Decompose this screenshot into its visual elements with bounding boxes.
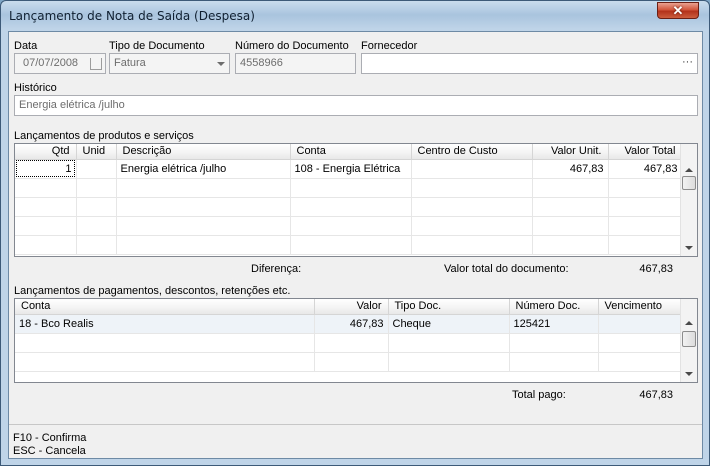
col-unid[interactable]: Unid [76, 144, 117, 160]
tipo-documento-value: Fatura [114, 57, 146, 69]
cell-unid[interactable] [76, 159, 117, 179]
chevron-down-icon[interactable] [217, 62, 225, 66]
produtos-grid: Qtd Unid Descrição Conta Centro de Custo… [14, 143, 698, 257]
col-descricao[interactable]: Descrição [116, 144, 291, 160]
cell-descricao[interactable]: Energia elétrica /julho [116, 159, 291, 179]
ellipsis-icon[interactable]: ··· [682, 56, 693, 68]
historico-value: Energia elétrica /julho [19, 99, 125, 111]
close-icon: ✕ [672, 3, 684, 18]
shortcut-footer: F10 - Confirma ESC - Cancela [9, 424, 702, 458]
table-row[interactable] [15, 178, 683, 198]
col-centro-custo[interactable]: Centro de Custo [411, 144, 533, 160]
col-valor-total[interactable]: Valor Total [608, 144, 683, 160]
fornecedor-field[interactable]: ··· [361, 53, 698, 74]
numero-documento-label: Número do Documento [235, 40, 349, 52]
cell-valor-total[interactable]: 467,83 [608, 159, 683, 179]
tipo-documento-label: Tipo de Documento [109, 40, 205, 52]
col-qtd[interactable]: Qtd [15, 144, 77, 160]
table-row[interactable] [15, 333, 683, 353]
pagamentos-section-label: Lançamentos de pagamentos, descontos, re… [14, 285, 291, 297]
col-valor-unit[interactable]: Valor Unit. [532, 144, 609, 160]
dialog-body: Data Tipo de Documento Número do Documen… [8, 31, 703, 459]
col-numero-doc[interactable]: Número Doc. [509, 299, 599, 315]
dialog-window: Lançamento de Nota de Saída (Despesa) ✕ … [0, 0, 710, 466]
table-row[interactable] [15, 197, 683, 217]
col-conta[interactable]: Conta [290, 144, 412, 160]
cell-vencimento[interactable] [598, 314, 683, 334]
data-value: 07/07/2008 [23, 57, 79, 69]
col-vencimento[interactable]: Vencimento [598, 299, 683, 315]
window-title: Lançamento de Nota de Saída (Despesa) [9, 9, 255, 23]
cell-centro-custo[interactable] [411, 159, 533, 179]
scroll-up-icon[interactable] [685, 321, 693, 325]
scroll-up-icon[interactable] [685, 168, 693, 172]
confirm-shortcut[interactable]: F10 - Confirma [13, 432, 86, 444]
pagamentos-scrollbar[interactable] [680, 299, 697, 382]
cancel-shortcut[interactable]: ESC - Cancela [13, 445, 86, 457]
produtos-scrollbar[interactable] [680, 144, 697, 256]
cell-conta[interactable]: 18 - Bco Realis [15, 314, 315, 334]
cell-valor[interactable]: 467,83 [314, 314, 389, 334]
table-row[interactable] [15, 235, 683, 255]
col-conta[interactable]: Conta [15, 299, 315, 315]
scroll-down-icon[interactable] [685, 372, 693, 376]
table-row[interactable]: 1 Energia elétrica /julho 108 - Energia … [15, 159, 683, 179]
table-row[interactable] [15, 352, 683, 372]
produtos-header-row: Qtd Unid Descrição Conta Centro de Custo… [15, 144, 683, 160]
scroll-thumb[interactable] [682, 176, 696, 190]
table-row[interactable] [15, 216, 683, 236]
total-pago-value: 467,83 [639, 389, 673, 401]
col-valor[interactable]: Valor [314, 299, 389, 315]
total-documento-value: 467,83 [639, 263, 673, 275]
numero-documento-field[interactable]: 4558966 [235, 53, 356, 74]
cell-tipo-doc[interactable]: Cheque [388, 314, 510, 334]
numero-documento-value: 4558966 [240, 57, 283, 69]
total-pago-label: Total pago: [512, 389, 566, 401]
diferenca-label: Diferença: [251, 263, 302, 275]
cell-conta[interactable]: 108 - Energia Elétrica [290, 159, 412, 179]
pagamentos-header-row: Conta Valor Tipo Doc. Número Doc. Vencim… [15, 299, 683, 315]
tipo-documento-select[interactable]: Fatura [109, 53, 230, 74]
historico-label: Histórico [14, 82, 57, 94]
cell-qtd[interactable]: 1 [15, 159, 77, 179]
close-button[interactable]: ✕ [657, 2, 699, 19]
fornecedor-label: Fornecedor [361, 40, 418, 52]
data-field[interactable]: 07/07/2008 [14, 53, 106, 74]
pagamentos-grid: Conta Valor Tipo Doc. Número Doc. Vencim… [14, 298, 698, 383]
historico-field[interactable]: Energia elétrica /julho [14, 95, 698, 116]
cell-valor-unit[interactable]: 467,83 [532, 159, 609, 179]
scroll-down-icon[interactable] [685, 246, 693, 250]
calendar-icon[interactable] [90, 58, 102, 70]
cell-numero-doc[interactable]: 125421 [509, 314, 599, 334]
title-bar[interactable]: Lançamento de Nota de Saída (Despesa) ✕ [1, 1, 709, 31]
col-tipo-doc[interactable]: Tipo Doc. [388, 299, 510, 315]
data-label: Data [14, 40, 38, 52]
scroll-thumb[interactable] [682, 331, 696, 347]
total-documento-label: Valor total do documento: [444, 263, 569, 275]
table-row[interactable]: 18 - Bco Realis 467,83 Cheque 125421 [15, 314, 683, 334]
produtos-section-label: Lançamentos de produtos e serviços [14, 130, 194, 142]
